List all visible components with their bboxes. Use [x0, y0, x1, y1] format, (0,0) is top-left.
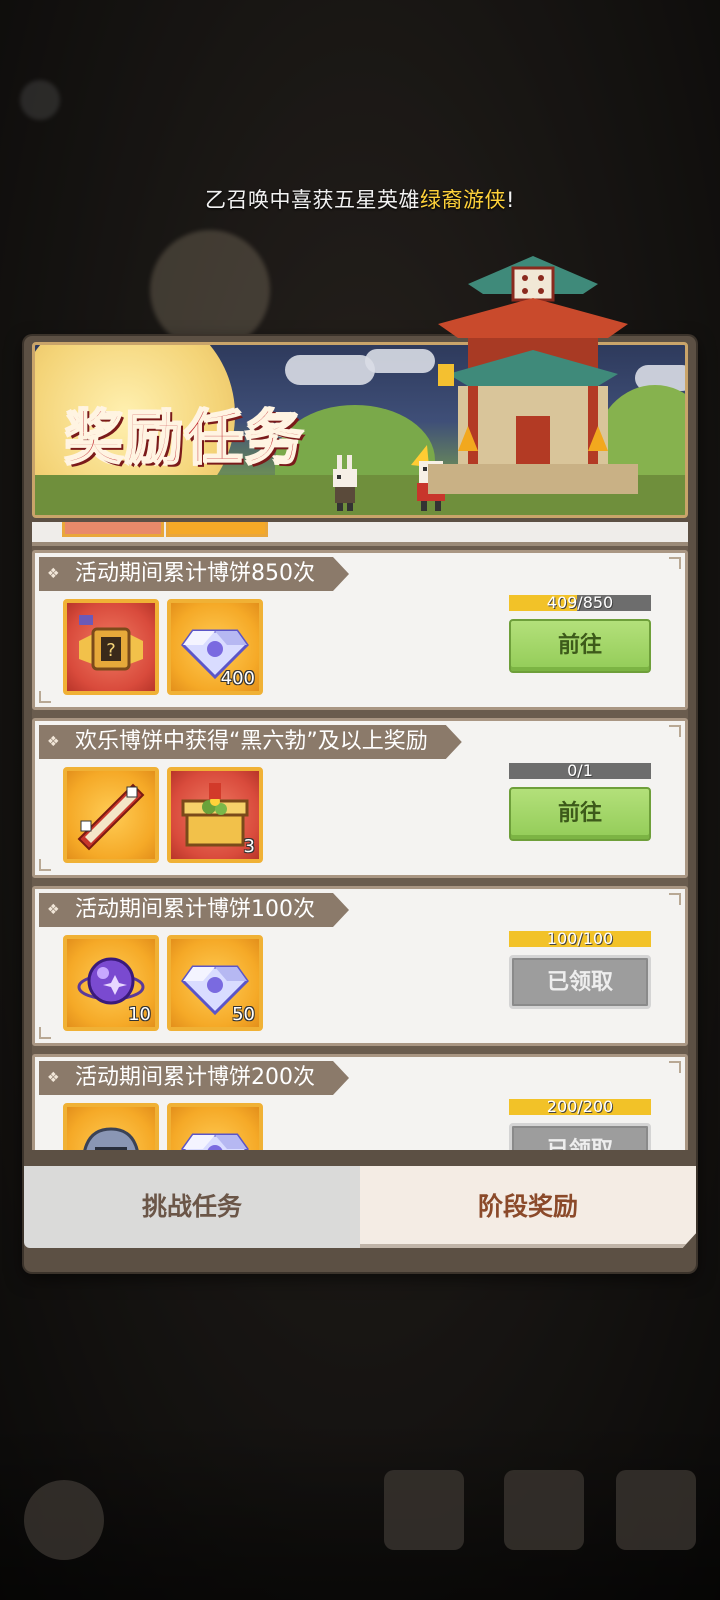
announcement-prefix: 乙召唤中喜获五星英雄: [205, 188, 421, 212]
progress-text: 100/100: [546, 931, 614, 947]
announcement-suffix: !: [506, 188, 515, 212]
double-arrow-icon: ❖: [47, 566, 60, 582]
reward-count: 50: [232, 1004, 255, 1025]
progress-text: 0/1: [567, 763, 593, 779]
double-arrow-icon: ❖: [47, 1070, 60, 1086]
claimed-button[interactable]: 已领取: [509, 1123, 651, 1150]
mystery-chest-icon: ?: [79, 615, 143, 671]
reward-count: 400: [220, 668, 255, 689]
task-progress-bar: 0/1: [509, 763, 651, 779]
reward-item[interactable]: [63, 1103, 159, 1150]
reward-item[interactable]: [63, 767, 159, 863]
double-arrow-icon: ❖: [47, 734, 60, 750]
task-title-tab: ❖ 欢乐博饼中获得“黑六勃”及以上奖励: [39, 725, 462, 759]
reward-count: 10: [128, 1004, 151, 1025]
background-decoration: [150, 230, 270, 350]
bottom-tabs: 挑战任务 阶段奖励: [24, 1166, 696, 1248]
task-list[interactable]: ❖ 活动期间累计博饼850次 ? 400 409/850 前往 ❖ 欢乐博饼中获…: [32, 522, 688, 1150]
task-title-tab: ❖ 活动期间累计博饼200次: [39, 1061, 349, 1095]
task-card: ❖ 活动期间累计博饼850次 ? 400 409/850 前往: [32, 550, 688, 710]
diamond-icon: [181, 1133, 249, 1150]
cloud-decoration: [365, 349, 435, 373]
claimed-button[interactable]: 已领取: [509, 955, 651, 1009]
reward-item[interactable]: 400: [167, 599, 263, 695]
tab-stage-rewards[interactable]: 阶段奖励: [360, 1166, 696, 1248]
progress-text: 200/200: [546, 1099, 614, 1115]
reward-item[interactable]: 50: [167, 935, 263, 1031]
announcement-hero: 绿裔游侠: [420, 188, 507, 212]
bunny-hero-sprite: [333, 455, 357, 511]
task-title-tab: ❖ 活动期间累计博饼850次: [39, 557, 349, 591]
background-decoration: [20, 80, 60, 120]
temple-illustration: [428, 256, 638, 494]
previous-task-card-partial: [32, 522, 688, 546]
task-card: ❖ 活动期间累计博饼100次 10 50 100/100 已领取: [32, 886, 688, 1046]
banner-title: 奖励任务: [64, 403, 306, 473]
go-button[interactable]: 前往: [509, 619, 651, 673]
task-card: ❖ 活动期间累计博饼200次 200/200: [32, 1054, 688, 1150]
task-title: 活动期间累计博饼200次: [75, 1065, 315, 1090]
reward-slot-partial: [166, 522, 268, 537]
task-title: 活动期间累计博饼100次: [75, 897, 315, 922]
double-arrow-icon: ❖: [47, 902, 60, 918]
reward-tasks-panel: 奖励任务 ❖ 活动期间累计博饼850次 ? 400 409/850 前往 ❖ 欢…: [24, 256, 696, 1272]
task-progress-bar: 100/100: [509, 931, 651, 947]
cloud-decoration: [285, 355, 375, 385]
tab-challenge-tasks[interactable]: 挑战任务: [24, 1166, 360, 1248]
hud-button[interactable]: [504, 1470, 584, 1550]
summon-announcement: 乙召唤中喜获五星英雄绿裔游侠!: [0, 184, 720, 214]
task-title: 欢乐博饼中获得“黑六勃”及以上奖励: [75, 729, 428, 754]
go-button[interactable]: 前往: [509, 787, 651, 841]
reward-item[interactable]: 3: [167, 767, 263, 863]
helmet-icon: [83, 1127, 139, 1150]
menu-round-button[interactable]: [24, 1480, 104, 1560]
reward-item[interactable]: [167, 1103, 263, 1150]
task-progress-bar: 200/200: [509, 1099, 651, 1115]
progress-text: 409/850: [546, 595, 614, 611]
hud-button[interactable]: [616, 1470, 696, 1550]
reward-item[interactable]: 10: [63, 935, 159, 1031]
bottom-hud-dimmed: [0, 1420, 720, 1600]
gift-chest-icon: [181, 783, 249, 847]
reward-count: 3: [243, 836, 255, 857]
task-card: ❖ 欢乐博饼中获得“黑六勃”及以上奖励 3 0/1 前往: [32, 718, 688, 878]
task-title-tab: ❖ 活动期间累计博饼100次: [39, 893, 349, 927]
task-progress-bar: 409/850: [509, 595, 651, 611]
svg-text:?: ?: [106, 640, 116, 661]
scroll-ticket-icon: [77, 783, 145, 851]
hud-button[interactable]: [384, 1470, 464, 1550]
reward-slot-partial: [62, 522, 164, 537]
task-title: 活动期间累计博饼850次: [75, 561, 315, 586]
reward-item[interactable]: ?: [63, 599, 159, 695]
